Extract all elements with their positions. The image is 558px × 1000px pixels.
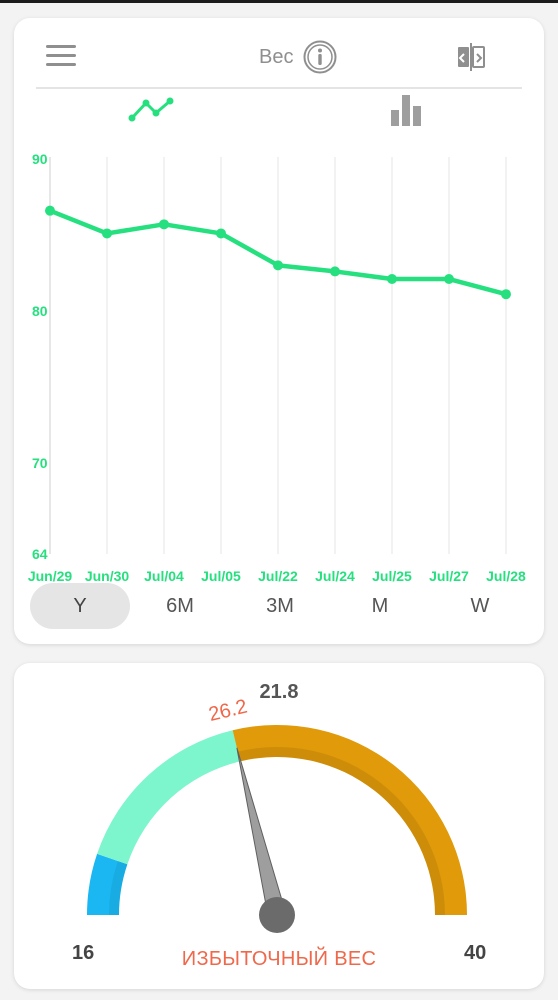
line-chart-icon[interactable] — [126, 96, 176, 124]
chart-header: Вес — [14, 18, 544, 90]
bmi-marker-label: 26.2 — [206, 696, 249, 726]
x-tick-label: Jul/28 — [486, 568, 526, 584]
x-tick-label: Jul/24 — [315, 568, 355, 584]
data-point — [501, 289, 511, 300]
data-point — [387, 274, 397, 285]
info-icon[interactable] — [303, 40, 337, 74]
y-tick-label: 80 — [32, 303, 48, 319]
bar-chart-icon[interactable] — [388, 92, 424, 128]
gauge-needle — [236, 747, 287, 918]
bmi-gauge: 26.2 — [87, 696, 467, 933]
x-tick-label: Jul/22 — [258, 568, 298, 584]
x-tick-label: Jul/05 — [201, 568, 241, 584]
y-tick-label: 90 — [32, 151, 48, 167]
header-divider — [36, 87, 522, 89]
weight-chart-card: Вес 64 70 80 90 Jun/29 Jun/30 Jul/04 Jul/05 — [14, 18, 544, 644]
y-tick-label: 64 — [32, 546, 48, 562]
status-bar-edge — [0, 0, 558, 3]
bmi-status-label: ИЗБЫТОЧНЫЙ ВЕС — [181, 948, 377, 970]
data-point — [45, 205, 55, 216]
data-point — [102, 228, 112, 239]
period-tab-6m[interactable]: 6M — [130, 583, 230, 629]
period-tab-3m[interactable]: 3M — [230, 583, 330, 629]
title-group: Вес — [259, 40, 337, 74]
data-point — [216, 228, 226, 239]
data-point — [273, 260, 283, 271]
page-title: Вес — [259, 45, 294, 68]
period-selector: Y 6M 3M M W — [30, 583, 530, 629]
x-tick-label: Jun/29 — [28, 568, 73, 584]
x-tick-label: Jul/27 — [429, 568, 469, 584]
period-tab-m[interactable]: M — [330, 583, 430, 629]
data-point — [444, 274, 454, 285]
bmi-card: 21.8 26.2 16 40 ИЗБЫТОЧНЫЙ ВЕС — [14, 663, 544, 989]
period-tab-w[interactable]: W — [430, 583, 530, 629]
period-tab-y[interactable]: Y — [30, 583, 130, 629]
y-tick-label: 70 — [32, 455, 48, 471]
x-tick-label: Jul/25 — [372, 568, 412, 584]
gauge-needle-hub — [259, 897, 295, 933]
data-point — [330, 266, 340, 277]
data-point — [159, 219, 169, 230]
hamburger-menu-icon[interactable] — [46, 45, 76, 67]
x-tick-label: Jul/04 — [144, 568, 184, 584]
swap-icon[interactable] — [455, 41, 487, 73]
weight-line-chart: 64 70 80 90 Jun/29 Jun/30 Jul/04 Jul/05 Jul/22 Ju… — [28, 151, 526, 584]
x-tick-label: Jun/30 — [85, 568, 130, 584]
